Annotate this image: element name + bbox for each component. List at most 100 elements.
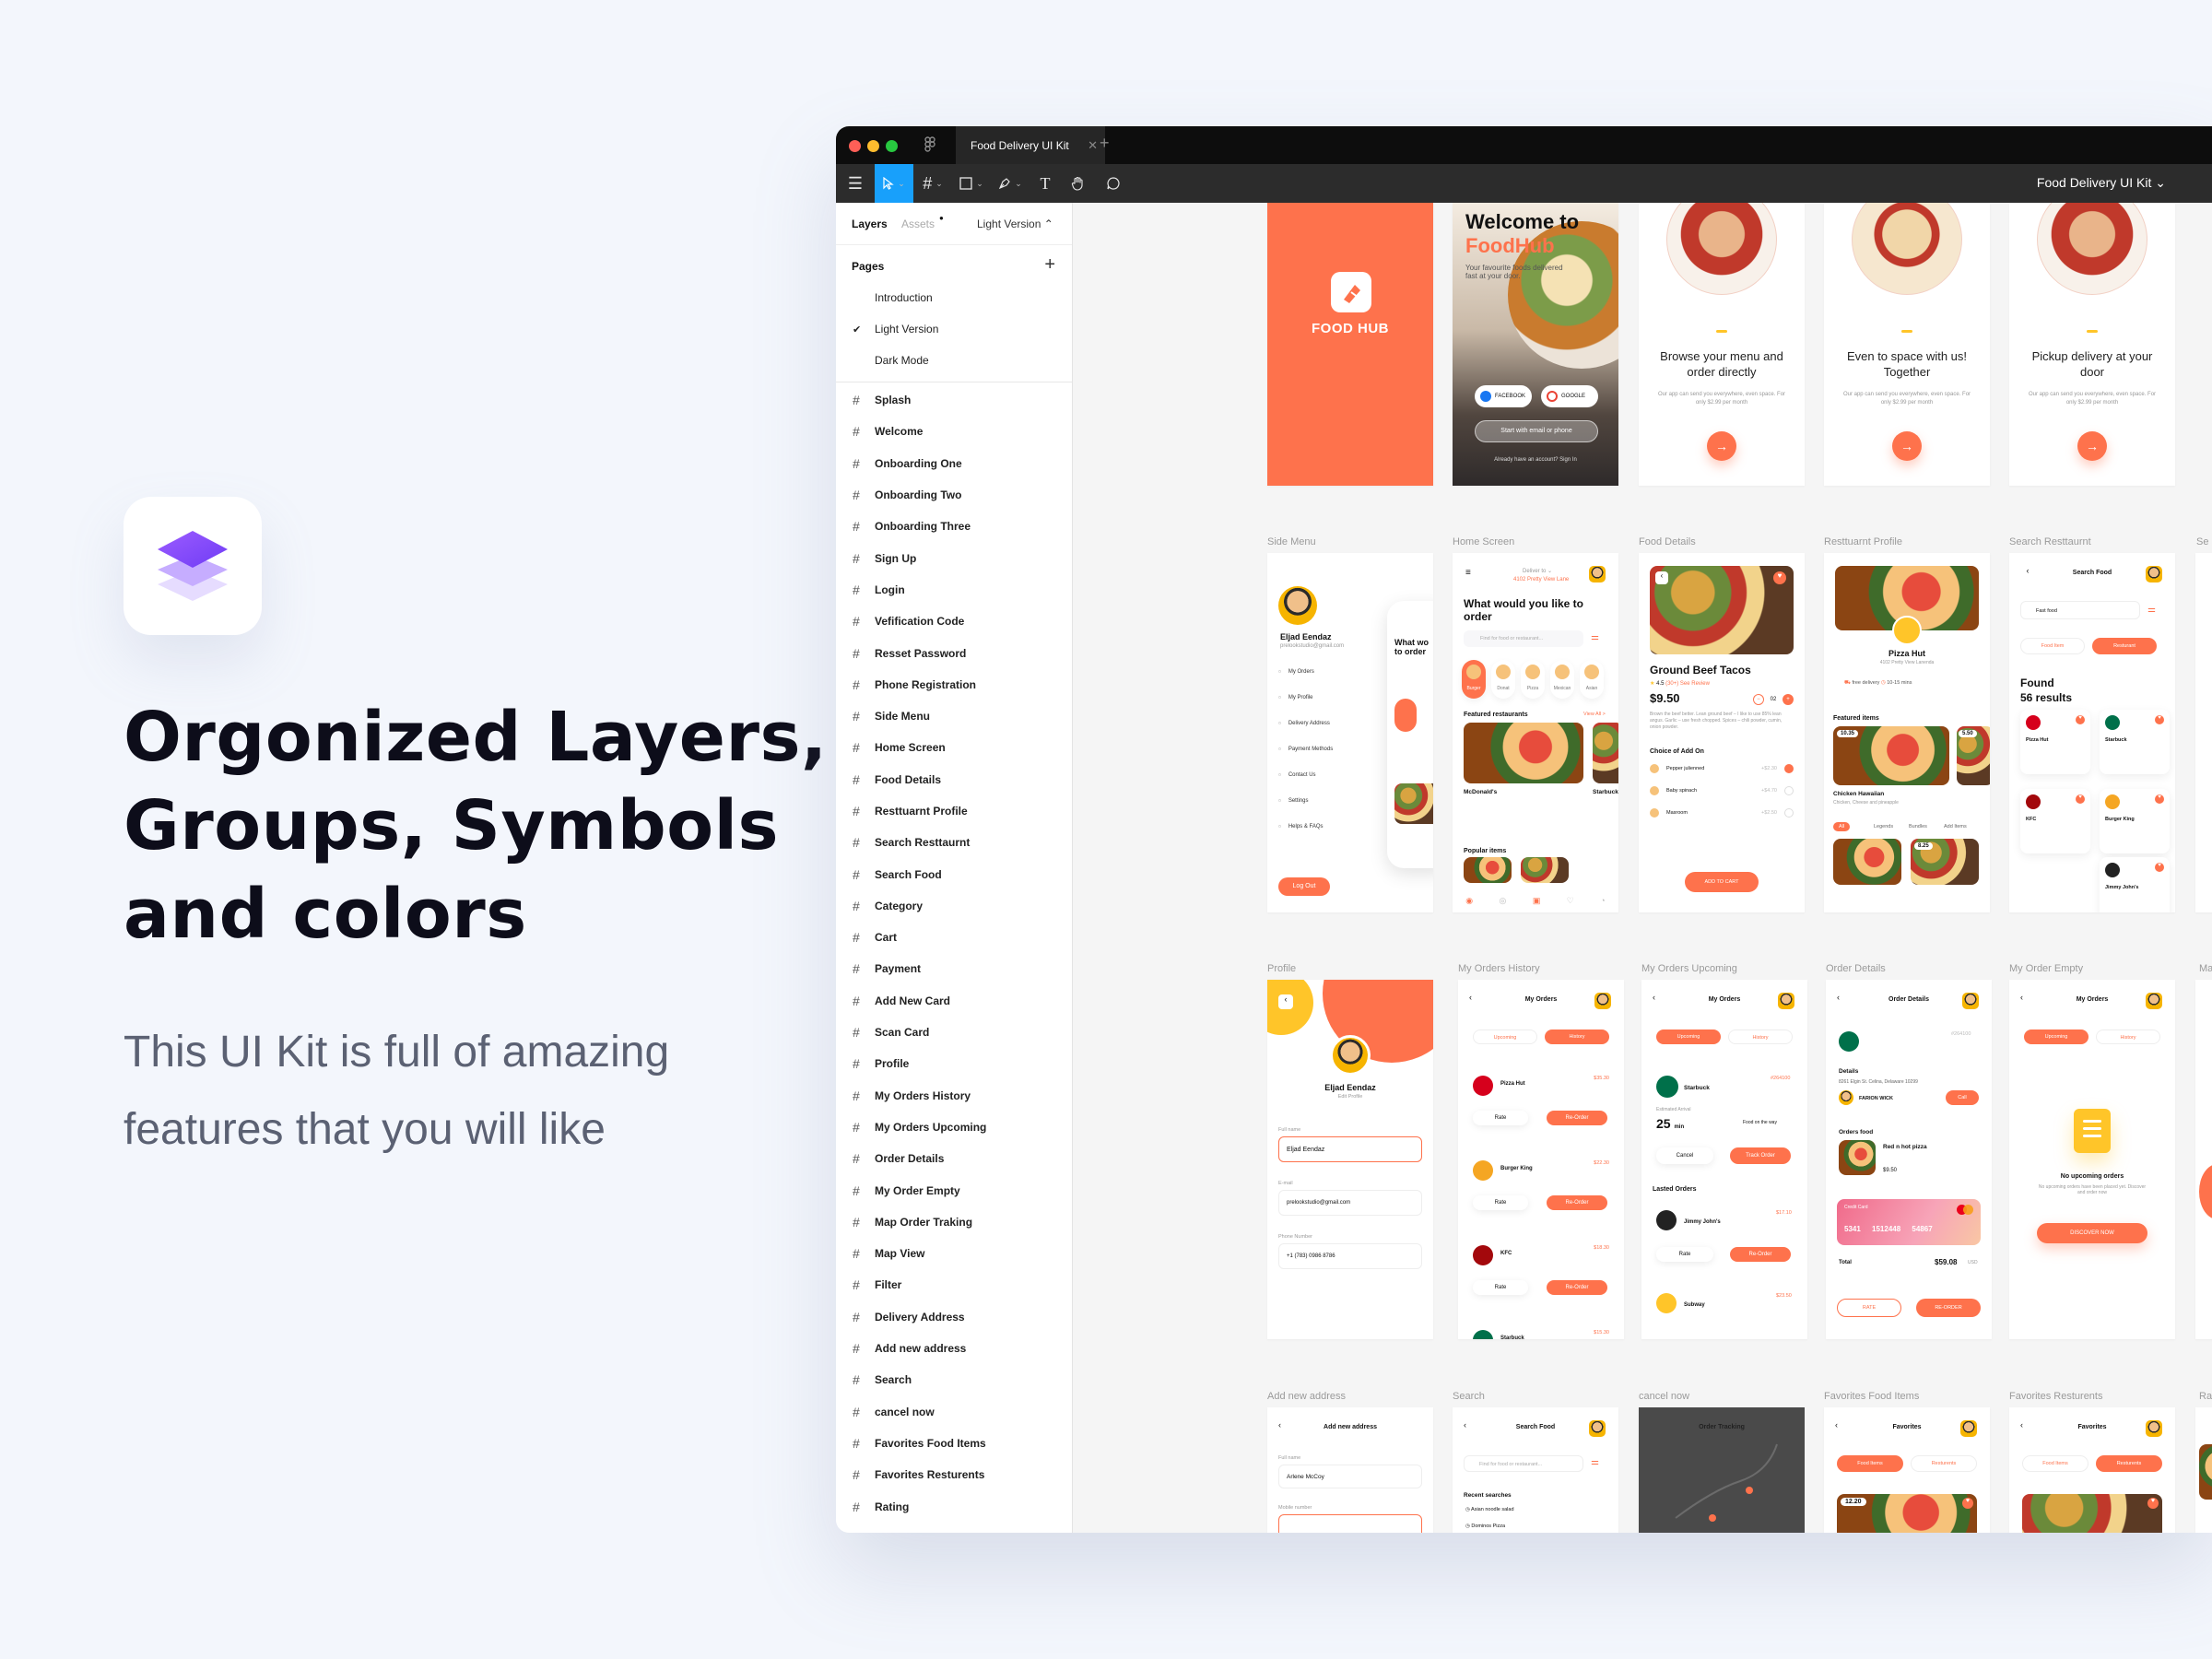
menu-tab[interactable]: Add Items bbox=[1938, 822, 1972, 831]
favorites-restaurants-frame[interactable]: ‹ Favorites Food Items Resturents ♥ bbox=[2009, 1407, 2175, 1533]
order-card[interactable]: KFC $18.30 Rate Re-Order bbox=[1467, 1245, 1615, 1319]
partial-frame[interactable] bbox=[2195, 553, 2212, 912]
home-screen-frame[interactable]: ≡ Deliver to ⌄ 4102 Pretty View Lane Wha… bbox=[1453, 553, 1618, 912]
shape-tool-icon[interactable]: ⌄ bbox=[952, 164, 991, 203]
layer-item[interactable]: # Rating bbox=[836, 1490, 1072, 1522]
category-chip[interactable]: Donat bbox=[1491, 660, 1515, 699]
tab-food-item[interactable]: Food Item bbox=[2020, 638, 2085, 654]
layer-item[interactable]: # Favorites Food Items bbox=[836, 1428, 1072, 1459]
food-details-frame[interactable]: ‹ ♥ Ground Beef Tacos ★ 4.5 (30+) See Re… bbox=[1639, 553, 1805, 912]
order-card[interactable]: Burger King $22.30 Rate Re-Order bbox=[1467, 1160, 1615, 1234]
layer-item[interactable]: # Phone Registration bbox=[836, 669, 1072, 700]
quantity-stepper[interactable]: − 02 + bbox=[1753, 693, 1794, 706]
move-tool-icon[interactable]: ⌄ bbox=[875, 164, 913, 203]
fullname-field[interactable]: Arlene McCoy bbox=[1278, 1465, 1422, 1488]
avatar[interactable] bbox=[2146, 566, 2162, 582]
canvas[interactable]: FOOD HUB Welcome to FoodHub Your favouri… bbox=[1073, 203, 2212, 1533]
addon-row[interactable]: Pepper julienned +$2.30 bbox=[1650, 761, 1794, 776]
search-input[interactable]: Find for food or restaurant... bbox=[1464, 1455, 1583, 1472]
hand-tool-icon[interactable] bbox=[1061, 164, 1096, 203]
tab-history[interactable]: History bbox=[1728, 1030, 1793, 1044]
recent-item[interactable]: ◷ Dominos Pizza bbox=[1465, 1524, 1505, 1529]
maximize-window-icon[interactable] bbox=[886, 140, 898, 152]
reorder-button[interactable]: Re-Order bbox=[1547, 1195, 1607, 1210]
restaurant-card[interactable]: Starbuck ♥ bbox=[2100, 710, 2170, 774]
layer-item[interactable]: # Sign Up bbox=[836, 542, 1072, 573]
layer-item[interactable]: # Search bbox=[836, 1364, 1072, 1395]
start-email-button[interactable]: Start with email or phone bbox=[1475, 420, 1598, 442]
deliver-to[interactable]: Deliver to ⌄ bbox=[1523, 568, 1552, 574]
onboarding-frame[interactable]: Pickup delivery at your door Our app can … bbox=[2009, 203, 2175, 486]
layer-item[interactable]: # Order Details bbox=[836, 1143, 1072, 1174]
side-menu-item[interactable]: ▫ Payment Methods bbox=[1278, 745, 1333, 753]
view-all-link[interactable]: View All > bbox=[1583, 712, 1606, 717]
tab-layers[interactable]: Layers bbox=[852, 218, 888, 230]
layer-item[interactable]: # Profile bbox=[836, 1048, 1072, 1079]
call-button[interactable]: Call bbox=[1946, 1090, 1979, 1105]
bell-icon[interactable]: ◔ bbox=[1600, 896, 1605, 905]
restaurant-card[interactable]: Burger King ♥ bbox=[2100, 789, 2170, 853]
layer-item[interactable]: # Side Menu bbox=[836, 700, 1072, 732]
restaurant-profile-frame[interactable]: Pizza Hut 4102 Pretty View Lanenda ⛟ fre… bbox=[1824, 553, 1990, 912]
avatar[interactable] bbox=[2146, 1420, 2162, 1437]
side-menu-item[interactable]: ▫ My Orders bbox=[1278, 667, 1314, 676]
category-chip[interactable]: Burger bbox=[1462, 660, 1486, 699]
partial-frame[interactable] bbox=[2195, 980, 2212, 1339]
side-menu-item[interactable]: ▫ Helps & FAQs bbox=[1278, 822, 1324, 830]
restaurant-card[interactable]: KFC ♥ bbox=[2020, 789, 2090, 853]
rate-button[interactable]: Rate bbox=[1656, 1247, 1713, 1262]
next-button[interactable]: → bbox=[1707, 431, 1736, 461]
logout-button[interactable]: Log Out bbox=[1278, 877, 1330, 896]
avatar[interactable] bbox=[1778, 993, 1794, 1009]
orders-history-frame[interactable]: ‹ My Orders Upcoming History Pizza Hut $3… bbox=[1458, 980, 1624, 1339]
layer-item[interactable]: # Resttuarnt Profile bbox=[836, 795, 1072, 827]
search-input[interactable]: Fast food bbox=[2020, 601, 2140, 619]
add-page-icon[interactable]: + bbox=[1044, 254, 1055, 276]
onboarding-frame[interactable]: Browse your menu and order directly Our a… bbox=[1639, 203, 1805, 486]
tab-restaurant[interactable]: Resturant bbox=[2092, 638, 2157, 654]
layer-item[interactable]: # Splash bbox=[836, 384, 1072, 416]
tab-food-items[interactable]: Food Items bbox=[2022, 1455, 2088, 1472]
layer-item[interactable]: # Onboarding Two bbox=[836, 479, 1072, 511]
comment-tool-icon[interactable] bbox=[1096, 164, 1131, 203]
menu-tab[interactable]: All bbox=[1833, 822, 1851, 831]
favorites-food-frame[interactable]: ‹ Favorites Food Items Resturents 12.20 … bbox=[1824, 1407, 1990, 1533]
layer-item[interactable]: # Cart bbox=[836, 922, 1072, 953]
layer-item[interactable]: # Filter bbox=[836, 1269, 1072, 1300]
menu-icon[interactable]: ≡ bbox=[1465, 568, 1471, 578]
tab-upcoming[interactable]: Upcoming bbox=[2024, 1030, 2088, 1044]
side-menu-item[interactable]: ▫ My Profile bbox=[1278, 693, 1313, 701]
avatar[interactable] bbox=[2146, 993, 2162, 1009]
next-button[interactable]: → bbox=[2077, 431, 2107, 461]
side-menu-item[interactable]: ▫ Delivery Address bbox=[1278, 719, 1330, 727]
search-restaurant-frame[interactable]: ‹ Search Food Fast food ⚌ Food Item Rest… bbox=[2009, 553, 2175, 912]
layer-item[interactable]: # Map Order Traking bbox=[836, 1206, 1072, 1238]
side-menu-frame[interactable]: Eljad Eendaz prelookstudio@gmail.com ▫ My… bbox=[1267, 553, 1433, 912]
filter-icon[interactable]: ⚌ bbox=[1591, 1457, 1599, 1467]
tab-history[interactable]: History bbox=[2096, 1030, 2160, 1044]
category-chip[interactable]: Pizza bbox=[1521, 660, 1545, 699]
close-tab-icon[interactable]: ✕ bbox=[1088, 138, 1098, 153]
filter-icon[interactable]: ⚌ bbox=[1591, 632, 1599, 642]
reorder-button[interactable]: RE-ORDER bbox=[1916, 1299, 1981, 1317]
heart-icon[interactable]: ♥ bbox=[2155, 863, 2164, 872]
order-empty-frame[interactable]: ‹ My Orders Upcoming History No upcoming… bbox=[2009, 980, 2175, 1339]
layer-item[interactable]: # Home Screen bbox=[836, 732, 1072, 763]
tab-restaurants[interactable]: Resturents bbox=[1911, 1455, 1977, 1472]
page-item-light-version[interactable]: ✔ Light Version bbox=[836, 313, 1072, 345]
reorder-button[interactable]: Re-Order bbox=[1547, 1280, 1607, 1295]
location-icon[interactable]: ◎ bbox=[1500, 896, 1507, 906]
layer-item[interactable]: # Onboarding One bbox=[836, 448, 1072, 479]
heart-icon[interactable]: ♥ bbox=[2155, 715, 2164, 724]
menu-tab[interactable]: Bundles bbox=[1903, 822, 1933, 831]
radio-icon[interactable] bbox=[1784, 786, 1794, 795]
order-details-frame[interactable]: ‹ Order Details #264100 Details 8261 Elg… bbox=[1826, 980, 1992, 1339]
fullname-field[interactable]: Eljad Eendaz bbox=[1278, 1136, 1422, 1162]
heart-icon[interactable]: ♥ bbox=[2155, 794, 2164, 804]
add-to-cart-button[interactable]: ADD TO CART bbox=[1685, 872, 1759, 892]
main-menu-icon[interactable]: ☰ bbox=[836, 164, 875, 203]
layer-item[interactable]: # Payment bbox=[836, 953, 1072, 984]
partial-frame[interactable] bbox=[2195, 1407, 2212, 1533]
tab-history[interactable]: History bbox=[1545, 1030, 1609, 1044]
heart-icon[interactable]: ♥ bbox=[1773, 571, 1786, 584]
